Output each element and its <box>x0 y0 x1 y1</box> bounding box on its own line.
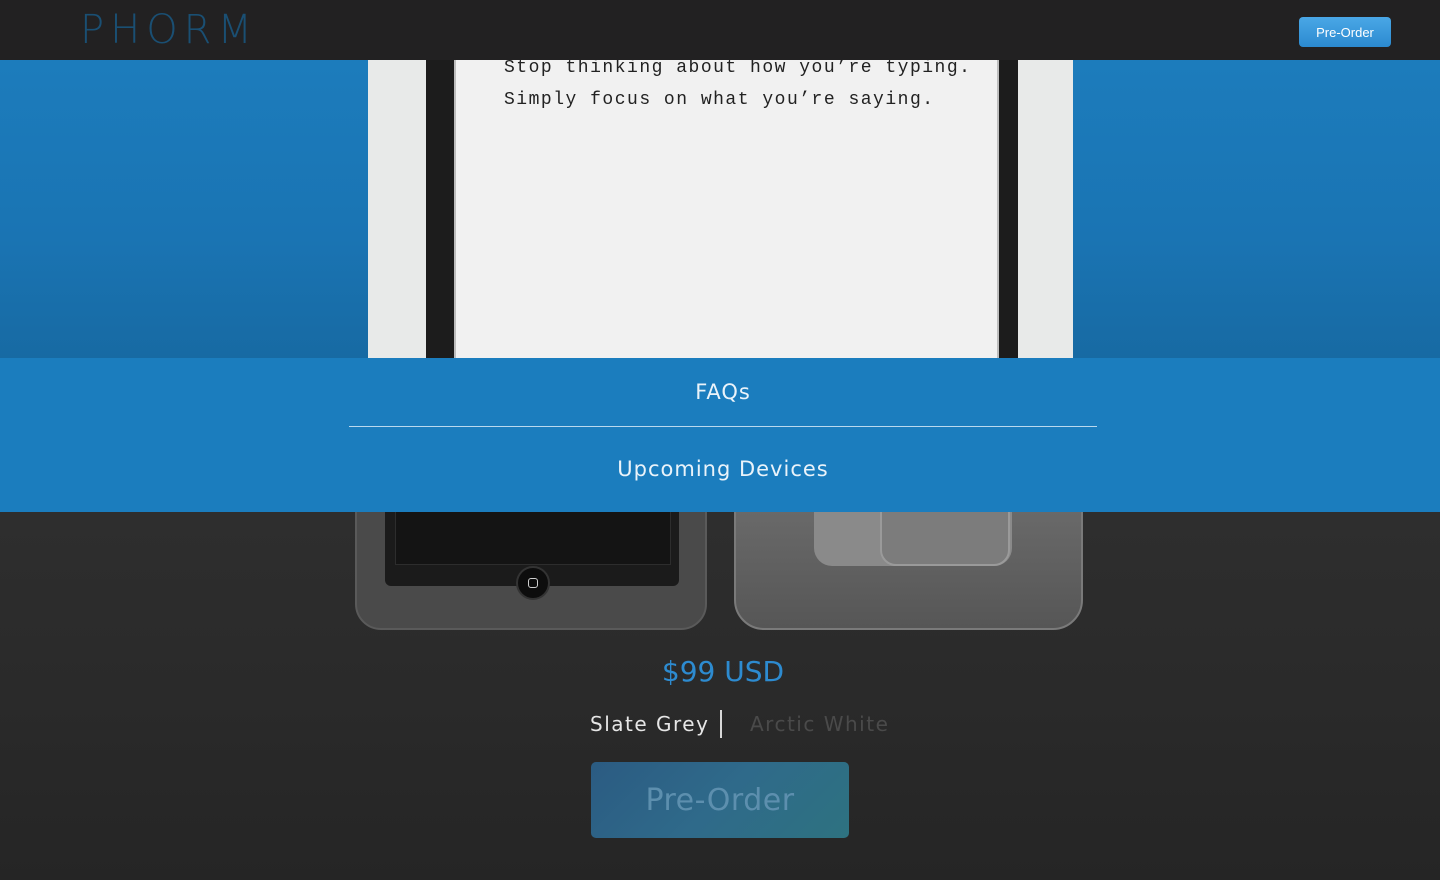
product-price: $99 USD <box>661 655 785 688</box>
home-button-icon <box>516 566 550 600</box>
top-navigation-bar: PHORM Pre-Order <box>0 0 1440 60</box>
menu-divider <box>349 426 1097 427</box>
dropdown-menu: FAQs Upcoming Devices <box>0 358 1440 512</box>
product-section: $99 USD Slate Grey Arctic White Pre-Orde… <box>0 492 1440 880</box>
menu-item-faqs[interactable]: FAQs <box>349 380 1097 404</box>
brand-logo[interactable]: PHORM <box>80 8 258 52</box>
hero-tagline-line-1: Stop thinking about how you’re typing. <box>504 58 972 78</box>
case-back-image <box>734 492 1083 630</box>
device-screen: Stop thinking about how you’re typing. S… <box>454 58 999 358</box>
device-bezel: Stop thinking about how you’re typing. S… <box>426 58 1018 358</box>
nav-preorder-button[interactable]: Pre-Order <box>1299 17 1391 47</box>
preorder-button[interactable]: Pre-Order <box>591 762 849 838</box>
color-option-arctic-white[interactable]: Arctic White <box>750 712 889 736</box>
case-front-image <box>355 492 707 630</box>
hero-section: Stop thinking about how you’re typing. S… <box>0 58 1440 358</box>
hero-tagline-line-2: Simply focus on what you’re saying. <box>504 90 935 110</box>
color-divider <box>720 710 722 738</box>
menu-item-upcoming-devices[interactable]: Upcoming Devices <box>349 457 1097 481</box>
hero-device-image: Stop thinking about how you’re typing. S… <box>368 58 1073 358</box>
color-option-slate-grey[interactable]: Slate Grey <box>590 712 709 736</box>
